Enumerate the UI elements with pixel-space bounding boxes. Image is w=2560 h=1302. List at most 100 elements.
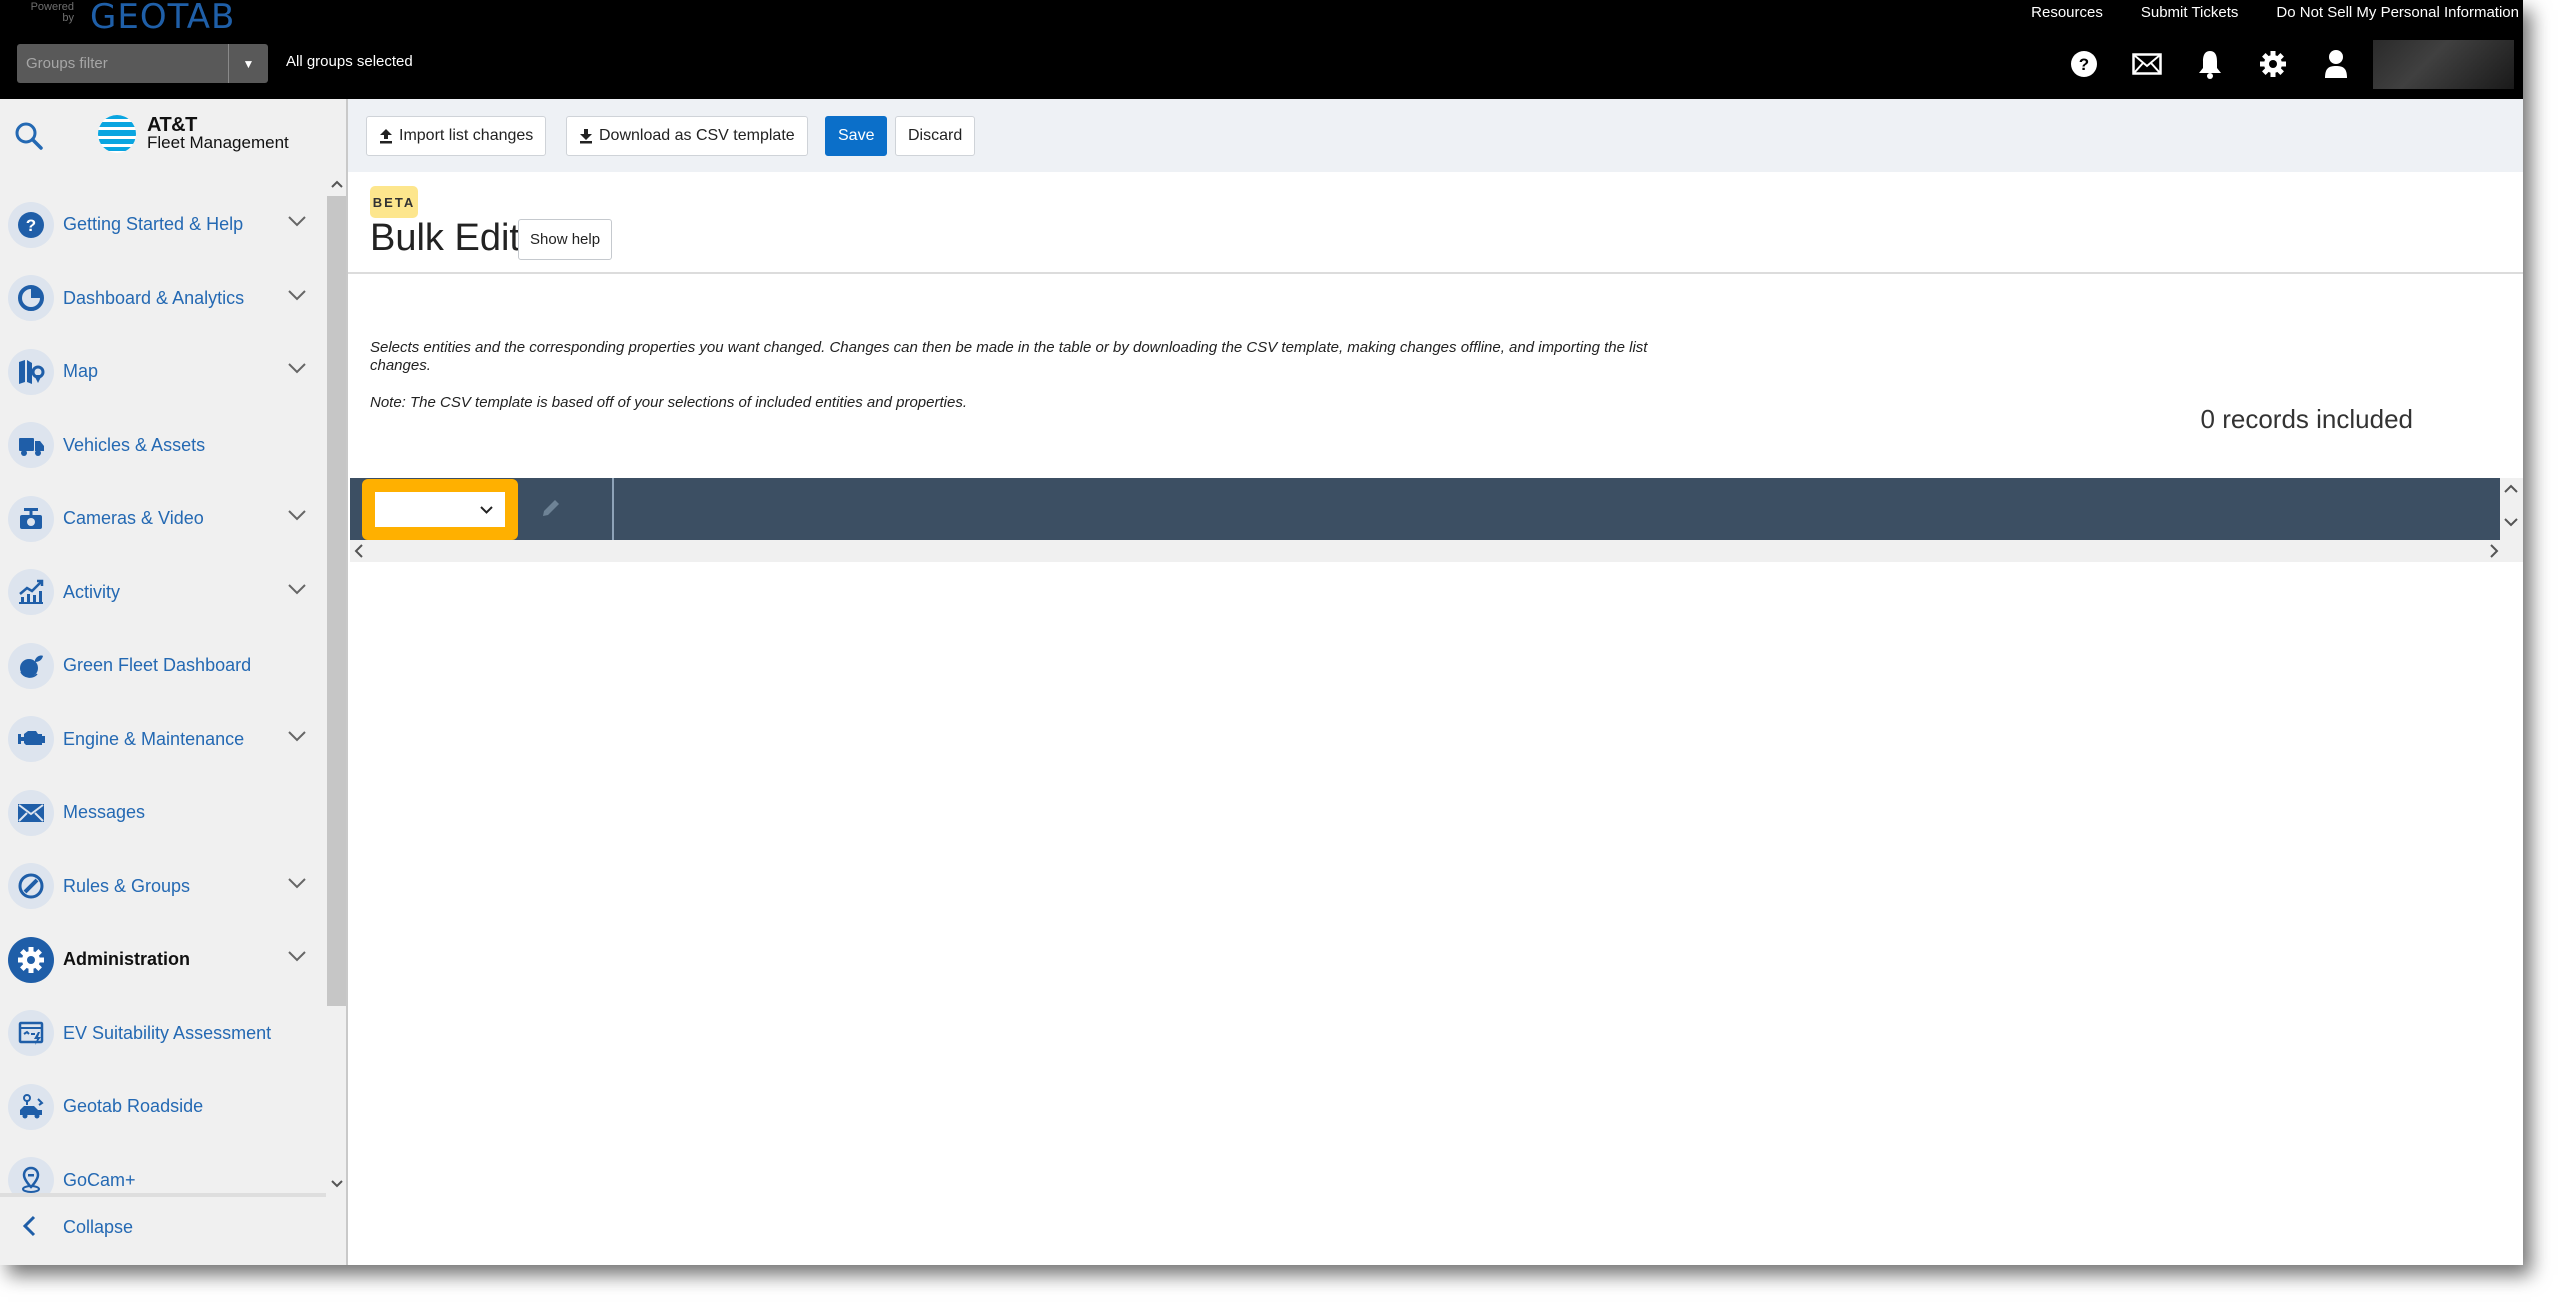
sidebar-divider <box>0 1193 326 1197</box>
entity-select[interactable] <box>375 492 505 527</box>
save-button[interactable]: Save <box>825 116 888 156</box>
import-list-changes-button[interactable]: Import list changes <box>366 116 547 156</box>
sidebar-item-label: Green Fleet Dashboard <box>63 655 252 676</box>
mail-icon <box>2131 53 2162 75</box>
page-title: Bulk Edit <box>370 217 520 259</box>
column-separator[interactable] <box>612 478 614 540</box>
user-button[interactable] <box>2304 44 2367 84</box>
main-content: Import list changes Download as CSV temp… <box>348 99 2523 1265</box>
help-icon: ? <box>2070 51 2097 77</box>
sidebar-item-label: Engine & Maintenance <box>63 728 245 749</box>
sidebar-item-label: Rules & Groups <box>63 875 191 896</box>
grid-header-row <box>350 478 2500 540</box>
chevron-down-icon[interactable] <box>288 951 306 962</box>
sidebar-item-label: Administration <box>63 949 191 970</box>
page-description: Selects entities and the corresponding p… <box>370 339 1648 374</box>
sidebar-item-label: Messages <box>63 802 146 823</box>
ev-assessment-icon <box>18 1022 44 1046</box>
sidebar-item-map[interactable]: Map <box>0 335 326 409</box>
groups-filter[interactable]: Groups filter ▼ <box>17 44 268 83</box>
gear-icon <box>18 946 44 973</box>
messages-button[interactable] <box>2115 44 2178 84</box>
top-header: Powered by GEOTAB Groups filter ▼ All gr… <box>0 0 2523 99</box>
sidebar-item-geotab-roadside[interactable]: Geotab Roadside <box>0 1070 326 1144</box>
chevron-down-icon[interactable] <box>288 216 306 227</box>
truck-icon <box>19 438 44 457</box>
sidebar-item-vehicles-assets[interactable]: Vehicles & Assets <box>0 409 326 483</box>
help-icon: ? <box>18 211 44 238</box>
download-csv-template-label: Download as CSV template <box>599 127 795 144</box>
download-icon <box>580 129 592 144</box>
sidebar-item-cameras-video[interactable]: Cameras & Video <box>0 482 326 556</box>
scroll-up-icon[interactable] <box>327 174 346 194</box>
upload-icon <box>380 129 392 144</box>
search-button[interactable] <box>14 121 44 156</box>
scroll-left-icon[interactable] <box>354 544 363 558</box>
header-icons: ? ▼ <box>2052 39 2523 89</box>
grid-horizontal-scrollbar[interactable] <box>350 540 2523 562</box>
chevron-down-icon[interactable] <box>288 730 306 742</box>
camera-icon <box>20 507 42 529</box>
submit-tickets-link[interactable]: Submit Tickets <box>2141 4 2239 21</box>
sidebar-item-label: Vehicles & Assets <box>63 434 206 455</box>
sidebar-item-messages[interactable]: Messages <box>0 776 326 850</box>
top-links: Resources Submit Tickets Do Not Sell My … <box>2031 4 2519 21</box>
download-csv-template-button[interactable]: Download as CSV template <box>566 116 808 156</box>
help-button[interactable]: ? <box>2052 44 2115 84</box>
chevron-down-icon[interactable] <box>288 877 306 889</box>
green-fleet-icon <box>20 655 43 678</box>
user-menu-caret-icon[interactable]: ▼ <box>2522 58 2523 70</box>
scroll-up-icon[interactable] <box>2504 484 2518 493</box>
sidebar-item-label: GoCam+ <box>63 1169 136 1190</box>
scroll-down-icon[interactable] <box>327 1174 346 1194</box>
sidebar-nav: ? Getting Started & Help Dashboard & Ana… <box>0 188 326 1193</box>
sidebar-item-green-fleet[interactable]: Green Fleet Dashboard <box>0 629 326 703</box>
sidebar-item-label: Geotab Roadside <box>63 1096 204 1117</box>
collapse-button[interactable]: Collapse <box>0 1199 326 1255</box>
scroll-right-icon[interactable] <box>2490 544 2499 558</box>
groups-filter-input[interactable]: Groups filter <box>17 44 228 83</box>
groups-filter-dropdown-button[interactable]: ▼ <box>228 44 268 83</box>
gocam-icon <box>22 1166 40 1193</box>
powered-by-label: Powered by <box>30 1 74 24</box>
sidebar-item-engine-maintenance[interactable]: Engine & Maintenance <box>0 703 326 777</box>
settings-button[interactable] <box>2241 44 2304 84</box>
sidebar-item-label: Activity <box>63 581 121 602</box>
beta-badge: BETA <box>370 186 418 218</box>
notifications-button[interactable] <box>2178 44 2241 84</box>
gear-icon <box>2259 51 2286 77</box>
sidebar-item-getting-started[interactable]: ? Getting Started & Help <box>0 188 326 262</box>
toolbar: Import list changes Download as CSV temp… <box>348 99 2523 172</box>
sidebar-item-label: Cameras & Video <box>63 508 204 529</box>
bell-icon <box>2198 51 2221 79</box>
discard-button[interactable]: Discard <box>895 116 976 156</box>
chevron-down-icon[interactable] <box>288 363 306 374</box>
grid-vertical-scrollbar[interactable] <box>2500 478 2523 540</box>
resources-link[interactable]: Resources <box>2031 4 2103 21</box>
rules-icon <box>18 873 44 899</box>
sidebar-item-gocam[interactable]: GoCam+ <box>0 1144 326 1193</box>
sidebar-item-activity[interactable]: Activity <box>0 556 326 630</box>
sidebar-scrollbar[interactable] <box>327 174 346 1194</box>
pencil-icon[interactable] <box>540 497 562 519</box>
user-icon <box>2324 50 2347 78</box>
sidebar-item-dashboard-analytics[interactable]: Dashboard & Analytics <box>0 262 326 336</box>
sidebar-item-rules-groups[interactable]: Rules & Groups <box>0 850 326 924</box>
caret-down-icon: ▼ <box>242 56 255 71</box>
svg-text:?: ? <box>26 216 36 235</box>
sidebar-scrollbar-thumb[interactable] <box>327 196 346 1006</box>
app-window: Powered by GEOTAB Groups filter ▼ All gr… <box>0 0 2523 1265</box>
sidebar-item-label: EV Suitability Assessment <box>63 1022 272 1043</box>
att-logo[interactable]: AT&T Fleet Management <box>97 114 289 154</box>
user-name-redacted[interactable] <box>2373 39 2514 89</box>
chevron-down-icon[interactable] <box>288 583 306 595</box>
chevron-down-icon[interactable] <box>288 289 306 301</box>
import-list-changes-label: Import list changes <box>399 127 534 144</box>
sidebar-item-administration[interactable]: Administration <box>0 923 326 997</box>
scroll-down-icon[interactable] <box>2504 518 2518 527</box>
logo-line1: AT&T <box>147 114 197 136</box>
show-help-button[interactable]: Show help <box>518 219 613 260</box>
sidebar-item-ev-suitability[interactable]: EV Suitability Assessment <box>0 997 326 1071</box>
do-not-sell-link[interactable]: Do Not Sell My Personal Information <box>2276 4 2519 21</box>
chevron-down-icon[interactable] <box>288 510 306 521</box>
